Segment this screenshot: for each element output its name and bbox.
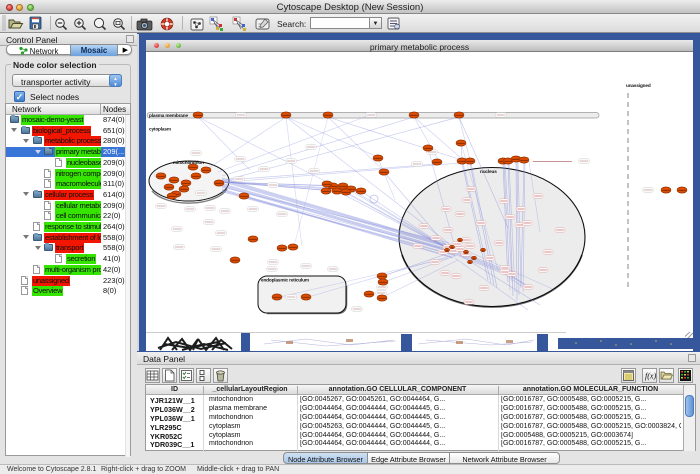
svg-text:plasma membrane: plasma membrane xyxy=(149,113,188,118)
svg-text:endoplasmic reticulum: endoplasmic reticulum xyxy=(261,278,309,283)
svg-text:mitochondrion: mitochondrion xyxy=(173,160,204,165)
svg-text:unassigned: unassigned xyxy=(626,83,651,88)
svg-text:f(x): f(x) xyxy=(645,372,656,381)
svg-text:cytoplasm: cytoplasm xyxy=(149,127,171,132)
